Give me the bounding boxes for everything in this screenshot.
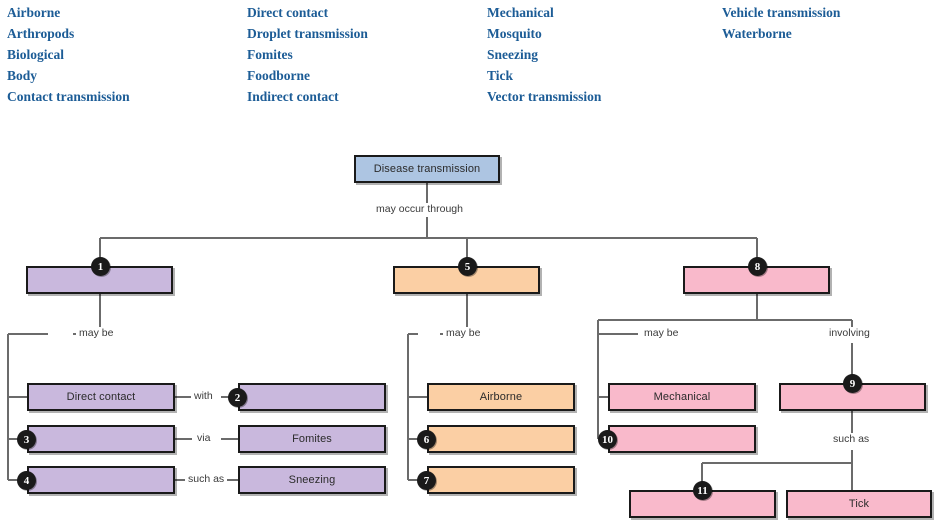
edge-label-such-as-row3: such as [185,473,228,485]
node-label: Sneezing [288,474,336,486]
node-label: Tick [848,498,870,510]
badge-9: 9 [843,374,862,393]
badge-6: 6 [417,430,436,449]
node-label: Airborne [479,391,523,403]
node-blank-7[interactable] [427,466,575,494]
badge-11: 11 [693,481,712,500]
node-fomites[interactable]: Fomites [238,425,386,453]
badge-7: 7 [417,471,436,490]
badge-3: 3 [17,430,36,449]
node-label: Fomites [292,433,332,445]
node-mechanical[interactable]: Mechanical [608,383,756,411]
edge-label-orange-may-be: may be [443,327,484,339]
node-blank-4[interactable] [27,466,175,494]
edge-label-pink-involving: involving [826,327,873,339]
edge-label-with: with [191,390,216,402]
node-label: Mechanical [653,391,711,403]
node-blank-10[interactable] [608,425,756,453]
node-tick[interactable]: Tick [786,490,932,518]
node-sneezing[interactable]: Sneezing [238,466,386,494]
node-airborne[interactable]: Airborne [427,383,575,411]
edge-label-may-occur-through: may occur through [373,203,466,215]
node-disease-transmission[interactable]: Disease transmission [354,155,500,183]
badge-2: 2 [228,388,247,407]
badge-1: 1 [91,257,110,276]
node-blank-6[interactable] [427,425,575,453]
node-label: Disease transmission [373,163,481,175]
edge-label-purple-may-be: may be [76,327,117,339]
edge-label-such-as-node9: such as [830,433,873,445]
badge-10: 10 [598,430,617,449]
node-label: Direct contact [66,391,136,403]
edge-label-pink-may-be: may be [641,327,682,339]
node-blank-3[interactable] [27,425,175,453]
node-direct-contact[interactable]: Direct contact [27,383,175,411]
edge-label-via: via [194,432,214,444]
badge-5: 5 [458,257,477,276]
node-blank-2[interactable] [238,383,386,411]
badge-8: 8 [748,257,767,276]
concept-map-diagram: Disease transmission may occur through 1… [0,0,936,532]
badge-4: 4 [17,471,36,490]
